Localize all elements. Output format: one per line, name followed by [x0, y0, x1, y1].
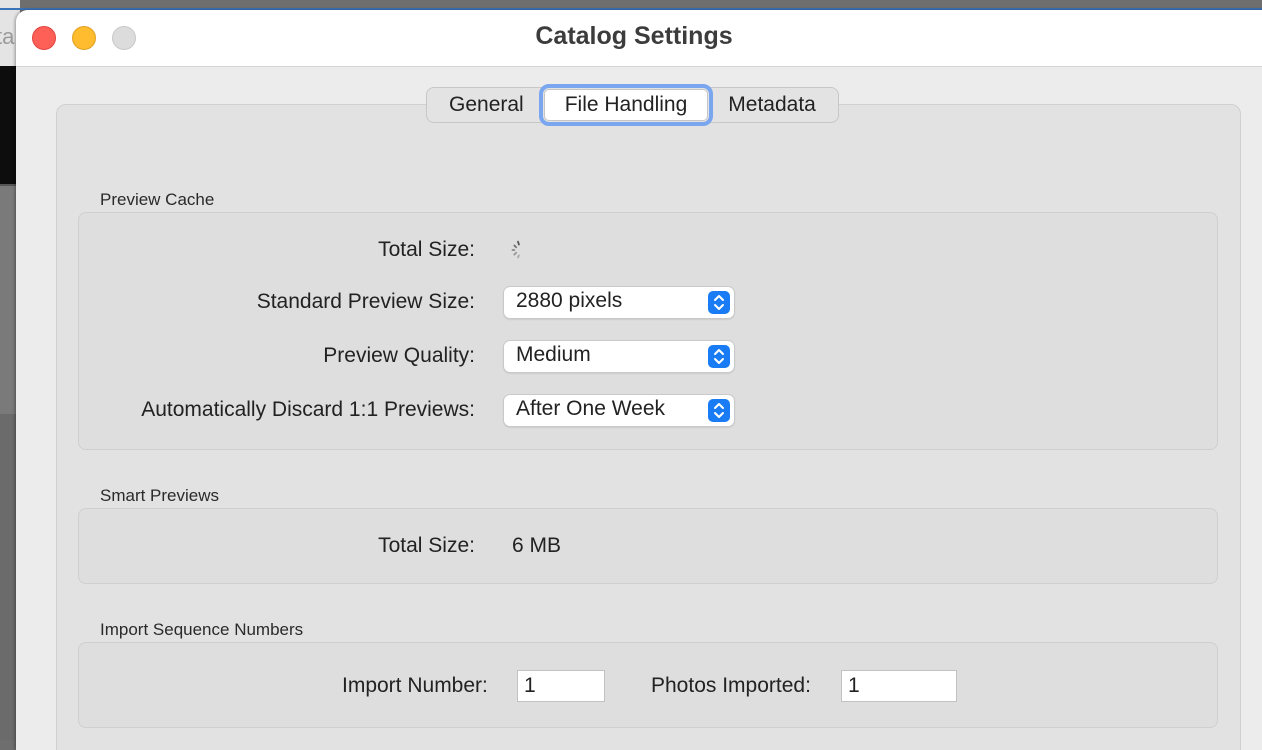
preview-quality-value: Medium: [516, 343, 591, 366]
photos-imported-label: Photos Imported:: [651, 674, 811, 697]
tab-metadata[interactable]: Metadata: [708, 90, 836, 120]
preview-quality-popup[interactable]: Medium: [504, 341, 734, 372]
preview-cache-heading: Preview Cache: [100, 190, 215, 209]
tab-bar: General File Handling Metadata: [426, 84, 839, 126]
tab-general[interactable]: General: [429, 90, 544, 120]
standard-preview-size-value: 2880 pixels: [516, 289, 623, 312]
title-bar[interactable]: Catalog Settings: [16, 10, 1262, 67]
tab-file-handling[interactable]: File Handling: [538, 84, 714, 126]
import-sequence-heading: Import Sequence Numbers: [100, 620, 304, 639]
photos-imported-field[interactable]: 1: [841, 670, 957, 702]
window-title: Catalog Settings: [16, 22, 1262, 51]
standard-preview-size-popup[interactable]: 2880 pixels: [504, 287, 734, 318]
chevron-up-down-icon: [708, 345, 730, 368]
background-app-text: ta: [0, 24, 15, 49]
preview-total-size-label: Total Size:: [378, 238, 475, 261]
smart-previews-total-size-value: 6 MB: [512, 534, 562, 557]
preview-cache-group: Total Size: Standard Preview Size: 2880 …: [78, 212, 1218, 450]
import-number-label: Import Number:: [342, 674, 488, 697]
standard-preview-size-label: Standard Preview Size:: [256, 290, 475, 313]
preview-quality-label: Preview Quality:: [323, 344, 475, 367]
chevron-up-down-icon: [708, 291, 730, 314]
window-title-text: Catalog Settings: [535, 22, 733, 50]
spinner-icon: [511, 240, 520, 259]
import-number-field[interactable]: 1: [517, 670, 605, 702]
chevron-up-down-icon: [708, 399, 730, 422]
auto-discard-popup[interactable]: After One Week: [504, 395, 734, 426]
auto-discard-value: After One Week: [516, 397, 666, 420]
smart-previews-group: Total Size: 6 MB: [78, 508, 1218, 584]
smart-previews-heading: Smart Previews: [100, 486, 220, 505]
smart-previews-total-size-label: Total Size:: [378, 534, 475, 557]
import-sequence-group: Import Number: 1 Photos Imported: 1: [78, 642, 1218, 728]
catalog-settings-window: Catalog Settings General File Handling M…: [16, 10, 1262, 750]
auto-discard-label: Automatically Discard 1:1 Previews:: [141, 398, 475, 421]
